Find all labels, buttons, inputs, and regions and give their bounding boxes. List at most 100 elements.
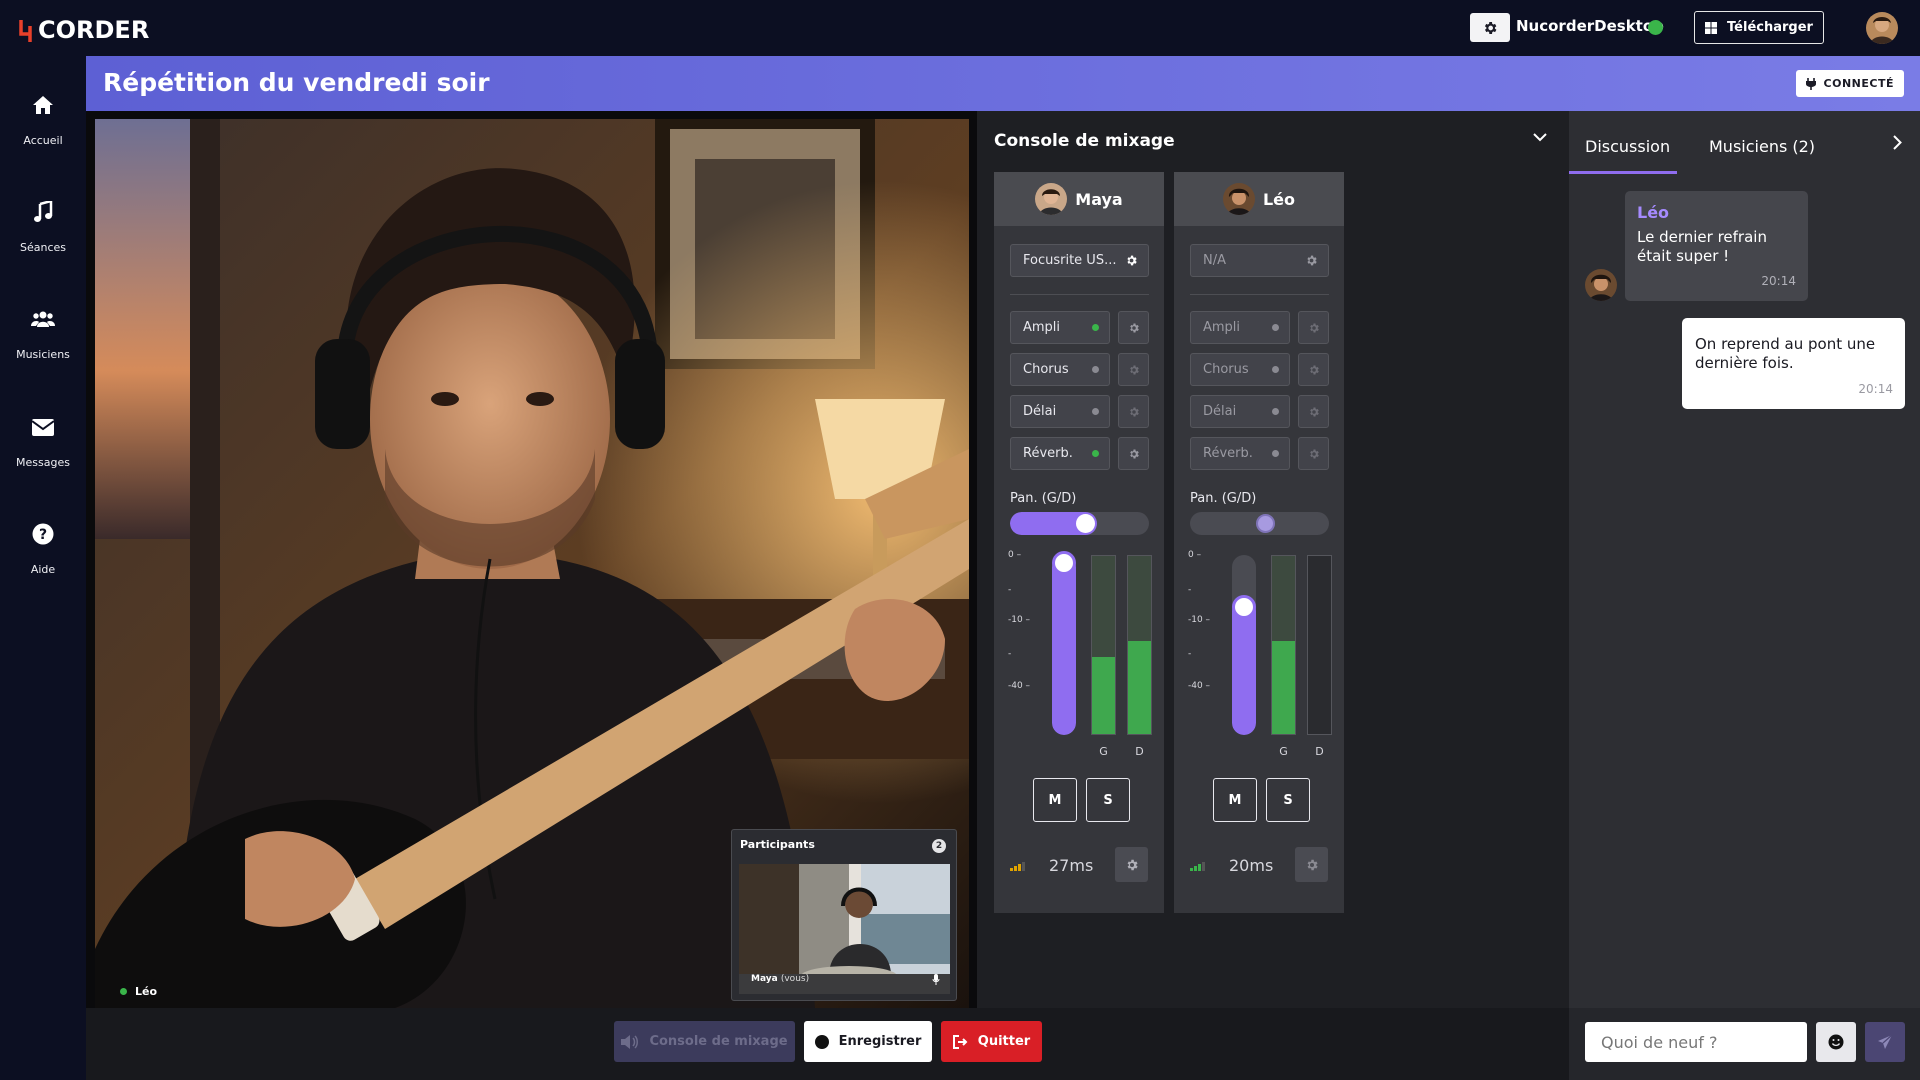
meter-level — [1092, 657, 1115, 734]
record-button[interactable]: Enregistrer — [804, 1021, 932, 1062]
channel-name: Léo — [1262, 189, 1296, 209]
mute-button[interactable]: M — [1033, 778, 1077, 822]
tab-discussion[interactable]: Discussion — [1585, 137, 1670, 156]
home-icon — [33, 96, 53, 114]
effect-settings-button[interactable] — [1298, 353, 1329, 386]
session-controls-bar: Console de mixage Enregistrer Quitter — [86, 1008, 1569, 1080]
effect-toggle-reverb[interactable]: Réverb. — [1190, 437, 1290, 470]
effect-label: Chorus — [1203, 362, 1249, 377]
volume-fader-thumb[interactable] — [1052, 551, 1076, 575]
chat-message-input[interactable] — [1585, 1022, 1807, 1062]
gear-icon — [1309, 407, 1319, 416]
channel-settings-button[interactable] — [1295, 847, 1328, 882]
meter-label-right: D — [1315, 745, 1324, 758]
gear-icon — [1484, 21, 1497, 34]
emoji-button[interactable] — [1816, 1022, 1856, 1062]
effect-label: Réverb. — [1203, 446, 1253, 461]
sidebar-item-musiciens[interactable]: Musiciens — [0, 304, 86, 361]
user-avatar[interactable] — [1866, 12, 1898, 44]
effect-settings-button[interactable] — [1118, 353, 1149, 386]
latency-value: 20ms — [1229, 856, 1274, 875]
gear-icon — [1307, 859, 1318, 870]
desktop-app-name: NucorderDesktop — [1516, 17, 1664, 35]
effect-toggle-ampli[interactable]: Ampli — [1010, 311, 1110, 344]
download-button[interactable]: Télécharger — [1694, 11, 1824, 44]
quit-button[interactable]: Quitter — [941, 1021, 1042, 1062]
gear-icon — [1127, 255, 1137, 266]
effect-toggle-ampli[interactable]: Ampli — [1190, 311, 1290, 344]
effect-toggle-reverb[interactable]: Réverb. — [1010, 437, 1110, 470]
send-message-button[interactable] — [1865, 1022, 1905, 1062]
solo-button[interactable]: S — [1266, 778, 1310, 822]
mixing-console: Console de mixage Maya Focusrite US... A… — [977, 111, 1569, 1008]
connection-status-label: CONNECTÉ — [1823, 77, 1894, 90]
music-note-icon — [34, 201, 53, 222]
effect-status-dot — [1092, 366, 1099, 373]
db-tick: 0 – — [1188, 550, 1202, 560]
sidebar-item-label: Accueil — [23, 134, 63, 147]
db-tick: -10 – — [1188, 615, 1211, 625]
channel-avatar — [1222, 183, 1255, 215]
chat-tabs: Discussion Musiciens (2) — [1569, 111, 1920, 174]
channel-settings-button[interactable] — [1115, 847, 1148, 882]
effect-toggle-chorus[interactable]: Chorus — [1010, 353, 1110, 386]
sidebar-item-seances[interactable]: Séances — [0, 197, 86, 254]
solo-button[interactable]: S — [1086, 778, 1130, 822]
level-meter-left — [1271, 555, 1296, 735]
chevron-down-icon[interactable] — [1533, 133, 1547, 142]
effect-toggle-delai[interactable]: Délai — [1190, 395, 1290, 428]
sidebar-item-aide[interactable]: ? Aide — [0, 519, 86, 576]
gear-icon — [1309, 365, 1319, 374]
participants-panel: Participants 2 Maya (vous) — [731, 829, 957, 1001]
main-video-name: Léo — [135, 985, 158, 998]
channel-avatar — [1035, 183, 1068, 215]
chat-message-incoming: Léo Le dernier refrain était super ! 20:… — [1625, 191, 1808, 301]
effect-settings-button[interactable] — [1118, 437, 1149, 470]
channel-header: Maya — [994, 172, 1164, 226]
desktop-settings-button[interactable] — [1470, 13, 1510, 42]
volume-fader-thumb[interactable] — [1232, 594, 1256, 619]
download-label: Télécharger — [1727, 20, 1813, 35]
effect-toggle-delai[interactable]: Délai — [1010, 395, 1110, 428]
sidebar-item-label: Aide — [30, 563, 56, 576]
meter-headroom — [1092, 556, 1115, 658]
effect-settings-button[interactable] — [1118, 311, 1149, 344]
effect-settings-button[interactable] — [1298, 395, 1329, 428]
volume-fader[interactable] — [1232, 555, 1256, 735]
gear-icon — [1129, 323, 1139, 332]
pan-label: Pan. (G/D) — [1010, 491, 1077, 506]
app-logo[interactable]: CORDER — [18, 14, 149, 44]
volume-fader[interactable] — [1052, 555, 1076, 735]
meter-label-left: G — [1279, 745, 1288, 758]
participants-count-badge: 2 — [932, 839, 946, 853]
gear-icon — [1307, 255, 1317, 266]
tab-musicians[interactable]: Musiciens (2) — [1709, 137, 1815, 156]
sidebar-item-accueil[interactable]: Accueil — [0, 90, 86, 147]
session-title: Répétition du vendredi soir — [103, 68, 490, 97]
chevron-right-icon[interactable] — [1893, 135, 1902, 150]
audio-device-select[interactable]: Focusrite US... — [1010, 244, 1149, 277]
effect-status-dot — [1272, 324, 1279, 331]
sidebar-item-messages[interactable]: Messages — [0, 412, 86, 469]
effect-status-dot — [1092, 408, 1099, 415]
db-tick: -40 – — [1188, 681, 1211, 691]
gear-icon — [1129, 365, 1139, 374]
pan-slider-thumb[interactable] — [1256, 514, 1275, 533]
mixing-console-button[interactable]: Console de mixage — [614, 1021, 795, 1062]
effect-settings-button[interactable] — [1118, 395, 1149, 428]
quit-button-label: Quitter — [977, 1034, 1031, 1049]
windows-icon — [1705, 21, 1718, 34]
pan-slider-thumb[interactable] — [1076, 514, 1095, 533]
effect-settings-button[interactable] — [1298, 311, 1329, 344]
participant-thumbnail[interactable]: Maya (vous) — [739, 864, 950, 994]
gear-icon — [1127, 859, 1138, 870]
effect-toggle-chorus[interactable]: Chorus — [1190, 353, 1290, 386]
effect-label: Réverb. — [1023, 446, 1073, 461]
participant-thumbnail-label: Maya (vous) — [751, 974, 809, 984]
audio-device-select[interactable]: N/A — [1190, 244, 1329, 277]
mute-button[interactable]: M — [1213, 778, 1257, 822]
effect-settings-button[interactable] — [1298, 437, 1329, 470]
microphone-icon — [932, 974, 940, 985]
chat-message-outgoing: On reprend au pont une dernière fois. 20… — [1682, 318, 1905, 409]
participant-name: Maya — [751, 974, 778, 984]
